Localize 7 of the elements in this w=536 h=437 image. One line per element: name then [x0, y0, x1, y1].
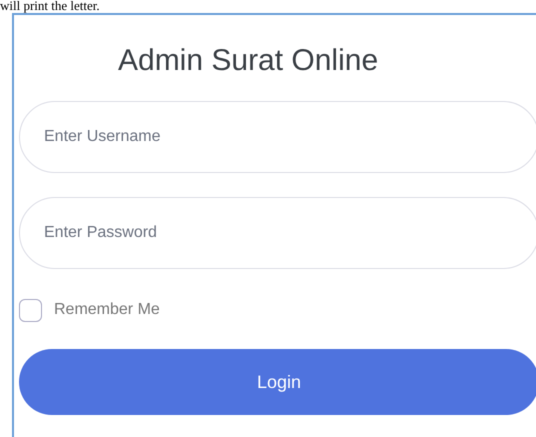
- username-field[interactable]: Enter Username: [19, 101, 536, 173]
- remember-label: Remember Me: [54, 300, 160, 320]
- form-title: Admin Surat Online: [117, 43, 380, 79]
- password-field[interactable]: Enter Password: [19, 197, 536, 269]
- page-text: will print the letter.: [0, 0, 100, 13]
- remember-checkbox[interactable]: [19, 298, 42, 322]
- login-button[interactable]: Login: [19, 349, 536, 415]
